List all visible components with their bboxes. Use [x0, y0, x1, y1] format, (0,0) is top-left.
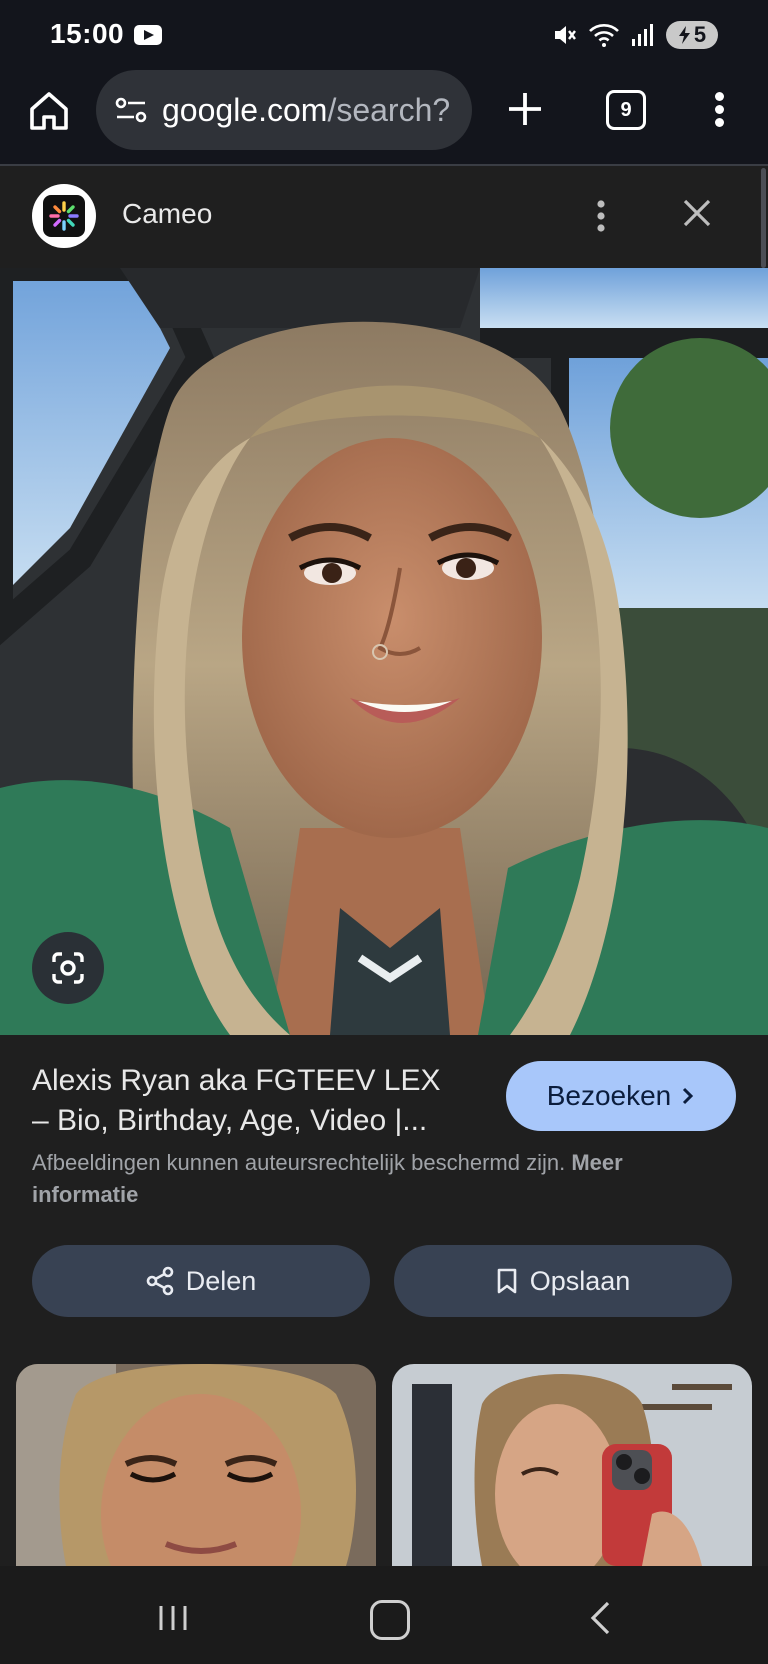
system-navigation-bar	[0, 1566, 768, 1664]
signal-icon	[632, 24, 653, 46]
save-label: Opslaan	[529, 1265, 631, 1296]
recent-apps-icon[interactable]	[156, 1604, 190, 1632]
source-header: Cameo	[0, 166, 768, 268]
url-host: google.com	[162, 91, 328, 128]
battery-charging-icon: 5	[666, 21, 718, 49]
home-nav-icon[interactable]	[370, 1600, 410, 1640]
lens-icon	[52, 952, 84, 984]
disclaimer-text: Afbeeldingen kunnen auteursrechtelijk be…	[32, 1150, 566, 1175]
visit-label: Bezoeken	[546, 1080, 672, 1111]
google-lens-button[interactable]	[32, 932, 104, 1004]
menu-icon[interactable]	[706, 88, 734, 132]
result-title-line2: – Bio, Birthday, Age, Video |...	[32, 1104, 428, 1137]
mute-icon	[555, 26, 576, 44]
save-button[interactable]: Opslaan	[394, 1245, 732, 1317]
chevron-right-icon	[683, 1087, 694, 1105]
visit-button[interactable]: Bezoeken	[506, 1061, 736, 1131]
copyright-disclaimer: Afbeeldingen kunnen auteursrechtelijk be…	[32, 1147, 712, 1211]
home-icon[interactable]	[26, 88, 72, 134]
status-time: 15:00	[50, 18, 125, 49]
new-tab-icon[interactable]	[504, 88, 546, 130]
main-image[interactable]	[0, 268, 768, 1035]
close-icon[interactable]	[680, 196, 714, 230]
browser-toolbar: google.com/search? 9	[0, 68, 768, 164]
source-name[interactable]: Cameo	[122, 198, 212, 230]
thumbnail-photo	[16, 1364, 376, 1566]
scrollbar[interactable]	[761, 168, 766, 268]
youtube-icon	[134, 25, 162, 45]
share-icon	[146, 1266, 174, 1296]
url-text[interactable]: google.com/search?	[162, 92, 462, 129]
result-title-line1: Alexis Ryan aka FGTEEV LEX	[32, 1064, 441, 1097]
result-title[interactable]: Alexis Ryan aka FGTEEV LEX – Bio, Birthd…	[32, 1061, 472, 1141]
wifi-icon	[589, 24, 619, 47]
related-image-thumbnail[interactable]	[16, 1364, 376, 1566]
bookmark-icon	[497, 1268, 517, 1294]
cameo-logo-icon	[49, 201, 79, 231]
site-info-icon[interactable]	[114, 95, 148, 125]
url-path: /search?	[327, 91, 451, 128]
status-icons: 5	[552, 20, 718, 50]
more-options-icon[interactable]	[586, 196, 616, 236]
portrait-photo	[0, 268, 768, 1035]
back-icon[interactable]	[588, 1600, 614, 1636]
related-image-thumbnail[interactable]	[392, 1364, 752, 1566]
tab-switcher-icon[interactable]: 9	[606, 90, 646, 130]
source-logo[interactable]	[32, 184, 96, 248]
status-bar: 15:00 5	[0, 0, 768, 68]
tab-count: 9	[620, 98, 632, 121]
battery-level: 5	[693, 22, 707, 47]
thumbnail-photo	[392, 1364, 752, 1566]
address-bar[interactable]: google.com/search?	[96, 70, 472, 150]
share-label: Delen	[185, 1265, 257, 1296]
share-button[interactable]: Delen	[32, 1245, 370, 1317]
